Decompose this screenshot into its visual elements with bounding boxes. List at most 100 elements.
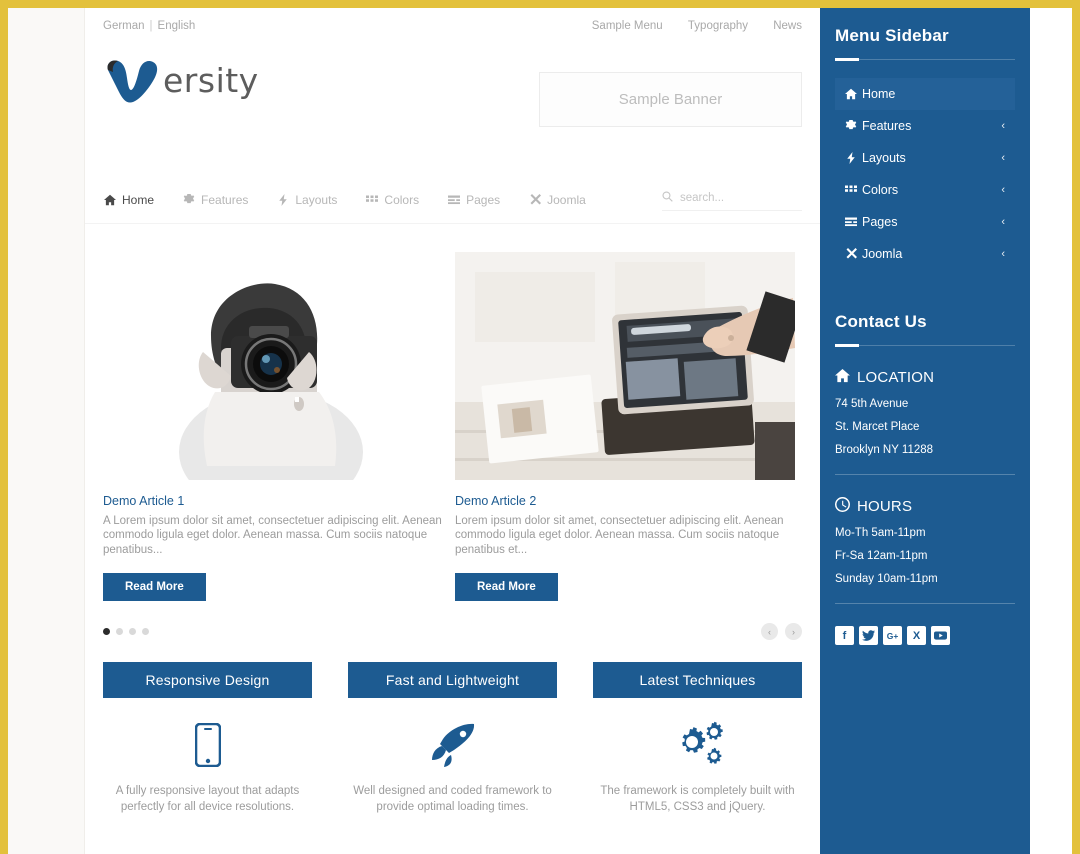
read-more-button-2[interactable]: Read More [455, 573, 558, 602]
nav-label-layouts: Layouts [295, 193, 338, 207]
top-nav-sample-menu[interactable]: Sample Menu [592, 20, 663, 32]
sidebar-title-rule [835, 58, 1015, 61]
sidebar-label-joomla: Joomla [862, 247, 903, 261]
header-row: ersity Sample Banner [85, 32, 820, 127]
nav-item-home[interactable]: Home [103, 193, 154, 207]
main-content: German | English Sample Menu Typography Ne… [85, 8, 820, 854]
nav-item-pages[interactable]: Pages [447, 193, 500, 207]
carousel-prev-button[interactable]: ‹ [761, 623, 778, 641]
site-logo[interactable]: ersity [103, 54, 259, 106]
joomla-icon [528, 194, 541, 207]
article-image-1[interactable] [103, 252, 443, 480]
hours-line-3: Sunday 10am-11pm [835, 573, 938, 585]
nav-label-home: Home [122, 193, 155, 207]
youtube-icon[interactable] [931, 626, 950, 645]
top-bar: German | English Sample Menu Typography Ne… [85, 8, 820, 32]
feature-card-latest-techniques: Latest Techniques The framework is compl… [593, 662, 802, 815]
joomla-icon [845, 248, 860, 260]
grid-icon [845, 184, 860, 196]
search-input[interactable] [680, 192, 802, 204]
top-nav-typography[interactable]: Typography [688, 20, 748, 32]
lang-german[interactable]: German [103, 20, 145, 32]
hours-line-2: Fr-Sa 12am-11pm [835, 550, 928, 562]
nav-label-colors: Colors [384, 193, 420, 207]
home-icon [835, 368, 850, 387]
article-title-1[interactable]: Demo Article 1 [103, 494, 443, 508]
list-icon [845, 216, 860, 228]
carousel-dot-4[interactable] [142, 628, 149, 636]
google-plus-icon[interactable]: G+ [883, 626, 902, 645]
carousel-dot-3[interactable] [129, 628, 136, 636]
chevron-left-icon[interactable]: ‹ [1001, 120, 1005, 132]
bolt-icon [276, 194, 289, 207]
sidebar-item-joomla[interactable]: Joomla ‹ [835, 238, 1015, 270]
location-line-2: St. Marcet Place [835, 421, 920, 433]
sidebar-item-layouts[interactable]: Layouts ‹ [835, 142, 1015, 174]
nav-item-joomla[interactable]: Joomla [528, 193, 586, 207]
lang-english[interactable]: English [158, 20, 196, 32]
feature-text-3: The framework is completely built with H… [600, 785, 795, 813]
bolt-icon [845, 152, 860, 164]
feature-title-2[interactable]: Fast and Lightweight [348, 662, 557, 699]
carousel-controls: ‹ › [85, 623, 820, 641]
carousel-dot-2[interactable] [116, 628, 123, 636]
chevron-left-icon[interactable]: ‹ [1001, 248, 1005, 260]
sidebar-item-home[interactable]: Home [835, 78, 1015, 110]
location-line-3: Brooklyn NY 11288 [835, 444, 934, 456]
article-image-2[interactable] [455, 252, 795, 480]
twitter-icon[interactable] [859, 626, 878, 645]
gears-icon [593, 714, 802, 776]
feature-title-3[interactable]: Latest Techniques [593, 662, 802, 699]
nav-item-features[interactable]: Features [182, 193, 248, 207]
sample-banner[interactable]: Sample Banner [539, 72, 802, 127]
carousel-dot-1[interactable] [103, 628, 110, 636]
read-more-button-1[interactable]: Read More [103, 573, 206, 602]
sidebar-label-pages: Pages [862, 215, 898, 229]
sidebar-item-colors[interactable]: Colors ‹ [835, 174, 1015, 206]
top-nav-news[interactable]: News [773, 20, 802, 32]
home-icon [845, 88, 860, 100]
clock-icon [835, 497, 850, 516]
chevron-left-icon[interactable]: ‹ [1001, 184, 1005, 196]
article-card-2: Demo Article 2 Lorem ipsum dolor sit ame… [455, 252, 795, 602]
gear-icon [845, 120, 860, 132]
feature-title-1[interactable]: Responsive Design [103, 662, 312, 699]
sidebar-item-pages[interactable]: Pages ‹ [835, 206, 1015, 238]
sidebar-label-home: Home [862, 87, 896, 101]
rocket-icon [348, 714, 557, 776]
facebook-icon[interactable]: f [835, 626, 854, 645]
article-body-1: A Lorem ipsum dolor sit amet, consectetu… [103, 515, 442, 556]
grid-icon [365, 194, 378, 207]
right-sidebar: Menu Sidebar Home Features ‹ Layouts ‹ C… [820, 8, 1030, 854]
xing-icon[interactable]: X [907, 626, 926, 645]
logo-text: ersity [163, 60, 259, 100]
left-gutter [8, 8, 85, 854]
nav-item-colors[interactable]: Colors [365, 193, 419, 207]
chevron-left-icon[interactable]: ‹ [1001, 216, 1005, 228]
language-switcher[interactable]: German | English [103, 20, 195, 32]
contact-title-rule [835, 344, 1015, 347]
location-line-1: 74 5th Avenue [835, 398, 909, 410]
gear-icon [182, 194, 195, 207]
search-icon [662, 189, 673, 207]
nav-label-joomla: Joomla [547, 193, 586, 207]
nav-item-layouts[interactable]: Layouts [276, 193, 337, 207]
sidebar-menu-title: Menu Sidebar [835, 26, 949, 45]
location-heading: LOCATION [835, 368, 1015, 387]
article-title-2[interactable]: Demo Article 2 [455, 494, 795, 508]
chevron-left-icon[interactable]: ‹ [1001, 152, 1005, 164]
social-links: f G+ X [835, 626, 1015, 645]
contact-section: Contact Us LOCATION 74 5th Avenue St. Ma… [835, 312, 1015, 645]
home-icon [103, 194, 116, 207]
feature-text-1: A fully responsive layout that adapts pe… [115, 785, 300, 813]
article-body-2: Lorem ipsum dolor sit amet, consectetuer… [455, 515, 784, 556]
search-box[interactable] [662, 189, 802, 211]
list-icon [447, 194, 460, 207]
carousel-dots [103, 628, 149, 636]
sidebar-label-features: Features [862, 119, 912, 133]
sidebar-item-features[interactable]: Features ‹ [835, 110, 1015, 142]
location-heading-label: LOCATION [857, 369, 935, 386]
main-navigation: Home Features Layouts Colors Pages Jooml… [85, 189, 820, 224]
carousel-next-button[interactable]: › [785, 623, 802, 641]
contact-divider [835, 474, 1015, 475]
